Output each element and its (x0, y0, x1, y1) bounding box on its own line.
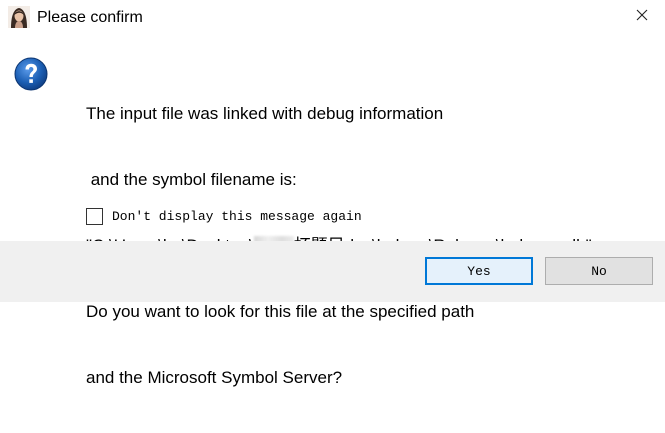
message-line: and the symbol filename is: (86, 170, 297, 189)
no-button[interactable]: No (545, 257, 653, 285)
title-bar: Please confirm (0, 0, 665, 36)
close-icon (636, 8, 648, 26)
button-bar: Yes No (0, 241, 665, 302)
dialog-body: The input file was linked with debug inf… (0, 36, 665, 387)
dont-display-row[interactable]: Don't display this message again (86, 208, 362, 225)
question-icon (14, 57, 48, 91)
window-title: Please confirm (37, 9, 143, 26)
message-line: The input file was linked with debug inf… (86, 104, 444, 123)
message-line: and the Microsoft Symbol Server? (86, 368, 343, 387)
dont-display-checkbox[interactable] (86, 208, 103, 225)
close-button[interactable] (619, 0, 665, 34)
dont-display-label[interactable]: Don't display this message again (112, 209, 362, 224)
message-line: Do you want to look for this file at the… (86, 302, 475, 321)
avatar-icon (8, 6, 30, 28)
yes-button[interactable]: Yes (425, 257, 533, 285)
